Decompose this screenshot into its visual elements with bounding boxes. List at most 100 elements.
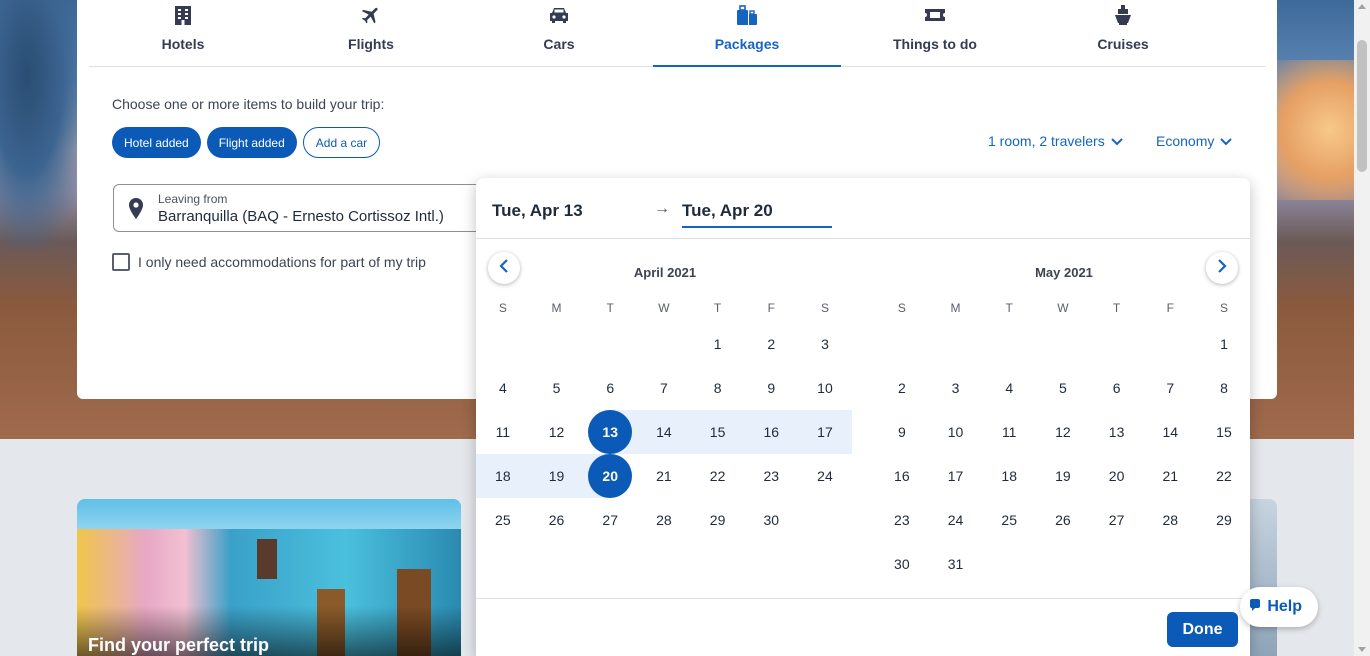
- day-cell[interactable]: 25: [982, 498, 1036, 542]
- add-car-chip[interactable]: Add a car: [302, 127, 381, 158]
- tab-cruises[interactable]: Cruises: [1029, 0, 1217, 67]
- day-cell[interactable]: 27: [1090, 498, 1144, 542]
- day-cell[interactable]: 7: [637, 366, 691, 410]
- day-cell[interactable]: 4: [982, 366, 1036, 410]
- help-button[interactable]: Help: [1240, 587, 1318, 627]
- luggage-icon: [736, 4, 758, 26]
- day-cell[interactable]: 27: [583, 498, 637, 542]
- page-scrollbar[interactable]: [1354, 0, 1370, 656]
- day-cell[interactable]: 1: [1197, 322, 1251, 366]
- day-cell[interactable]: 11: [476, 410, 530, 454]
- tab-label: Cruises: [1097, 36, 1149, 52]
- travelers-dropdown[interactable]: 1 room, 2 travelers: [988, 133, 1123, 149]
- day-cell[interactable]: 23: [744, 454, 798, 498]
- day-cell[interactable]: 5: [530, 366, 584, 410]
- selected-start-day[interactable]: 13: [583, 410, 638, 454]
- day-cell[interactable]: 21: [637, 454, 691, 498]
- in-range-day[interactable]: 19: [529, 454, 584, 498]
- day-cell[interactable]: 4: [476, 366, 530, 410]
- tab-label: Hotels: [161, 36, 205, 52]
- day-cell[interactable]: 2: [744, 322, 798, 366]
- day-cell[interactable]: 22: [1197, 454, 1251, 498]
- empty-day-cell: [1036, 322, 1090, 366]
- day-cell[interactable]: 9: [744, 366, 798, 410]
- day-cell[interactable]: 14: [1143, 410, 1197, 454]
- tab-things-to-do[interactable]: Things to do: [841, 0, 1029, 67]
- day-cell[interactable]: 29: [691, 498, 745, 542]
- day-cell[interactable]: 6: [1090, 366, 1144, 410]
- date-picker-header: Tue, Apr 13 → Tue, Apr 20: [476, 178, 1250, 239]
- day-cell[interactable]: 20: [1090, 454, 1144, 498]
- day-cell[interactable]: 26: [1036, 498, 1090, 542]
- empty-day-cell: [583, 322, 637, 366]
- selected-end-day[interactable]: 20: [583, 454, 638, 498]
- day-cell[interactable]: 24: [798, 454, 852, 498]
- scroll-up-arrow-icon[interactable]: [1358, 4, 1366, 9]
- scrollbar-thumb[interactable]: [1357, 40, 1367, 172]
- leaving-from-value: Barranquilla (BAQ - Ernesto Cortissoz In…: [158, 208, 444, 225]
- weekday-header: SMTWTFS: [476, 301, 854, 315]
- partial-accommodations-checkbox[interactable]: [112, 253, 130, 271]
- day-cell[interactable]: 28: [1143, 498, 1197, 542]
- day-cell[interactable]: 3: [929, 366, 983, 410]
- in-range-day[interactable]: 14: [637, 410, 691, 454]
- day-cell[interactable]: 25: [476, 498, 530, 542]
- tab-packages[interactable]: Packages: [653, 0, 841, 67]
- in-range-day[interactable]: 17: [798, 410, 852, 454]
- weekday-label: T: [606, 301, 614, 315]
- cabin-class-dropdown[interactable]: Economy: [1156, 133, 1233, 149]
- promo-tile[interactable]: Find your perfect trip: [77, 499, 461, 656]
- day-cell[interactable]: 21: [1143, 454, 1197, 498]
- tab-flights[interactable]: Flights: [277, 0, 465, 67]
- day-cell[interactable]: 15: [1197, 410, 1251, 454]
- start-date[interactable]: Tue, Apr 13: [492, 201, 583, 221]
- day-cell[interactable]: 12: [1036, 410, 1090, 454]
- day-cell[interactable]: 3: [798, 322, 852, 366]
- promo-sky: [77, 499, 461, 529]
- day-number: 13: [588, 410, 633, 454]
- day-cell[interactable]: 10: [798, 366, 852, 410]
- day-cell[interactable]: 18: [982, 454, 1036, 498]
- day-cell[interactable]: 16: [875, 454, 929, 498]
- day-cell[interactable]: 23: [875, 498, 929, 542]
- day-cell[interactable]: 24: [929, 498, 983, 542]
- end-date[interactable]: Tue, Apr 20: [682, 201, 832, 228]
- day-cell[interactable]: 17: [929, 454, 983, 498]
- flight-added-chip[interactable]: Flight added: [206, 127, 297, 158]
- day-cell[interactable]: 26: [530, 498, 584, 542]
- partial-accommodations-option[interactable]: I only need accommodations for part of m…: [112, 253, 426, 271]
- leaving-from-field[interactable]: Leaving from Barranquilla (BAQ - Ernesto…: [113, 184, 483, 232]
- weekday-label: S: [498, 301, 507, 315]
- in-range-day[interactable]: 18: [476, 454, 530, 498]
- hotel-added-chip[interactable]: Hotel added: [112, 127, 201, 158]
- day-cell[interactable]: 11: [982, 410, 1036, 454]
- day-cell[interactable]: 7: [1143, 366, 1197, 410]
- day-cell[interactable]: 29: [1197, 498, 1251, 542]
- day-cell[interactable]: 1: [691, 322, 745, 366]
- day-cell[interactable]: 13: [1090, 410, 1144, 454]
- day-cell[interactable]: 31: [929, 542, 983, 586]
- day-cell[interactable]: 19: [1036, 454, 1090, 498]
- day-cell[interactable]: 30: [875, 542, 929, 586]
- day-cell[interactable]: 5: [1036, 366, 1090, 410]
- day-cell[interactable]: 28: [637, 498, 691, 542]
- day-cell[interactable]: 8: [691, 366, 745, 410]
- tab-hotels[interactable]: Hotels: [89, 0, 277, 67]
- day-cell[interactable]: 30: [744, 498, 798, 542]
- in-range-day[interactable]: 16: [744, 410, 799, 454]
- promo-tile-secondary[interactable]: [1249, 499, 1277, 656]
- day-cell[interactable]: 12: [530, 410, 584, 454]
- done-button[interactable]: Done: [1167, 612, 1238, 647]
- day-number: 20: [588, 454, 633, 498]
- day-cell[interactable]: 8: [1197, 366, 1251, 410]
- day-cell[interactable]: 10: [929, 410, 983, 454]
- day-cell[interactable]: 9: [875, 410, 929, 454]
- day-cell[interactable]: 2: [875, 366, 929, 410]
- tab-cars[interactable]: Cars: [465, 0, 653, 67]
- car-icon: [548, 4, 570, 26]
- day-cell[interactable]: 22: [691, 454, 745, 498]
- scroll-down-arrow-icon[interactable]: [1358, 647, 1366, 652]
- day-cell[interactable]: 6: [583, 366, 637, 410]
- leaving-from-label: Leaving from: [158, 192, 228, 206]
- in-range-day[interactable]: 15: [690, 410, 745, 454]
